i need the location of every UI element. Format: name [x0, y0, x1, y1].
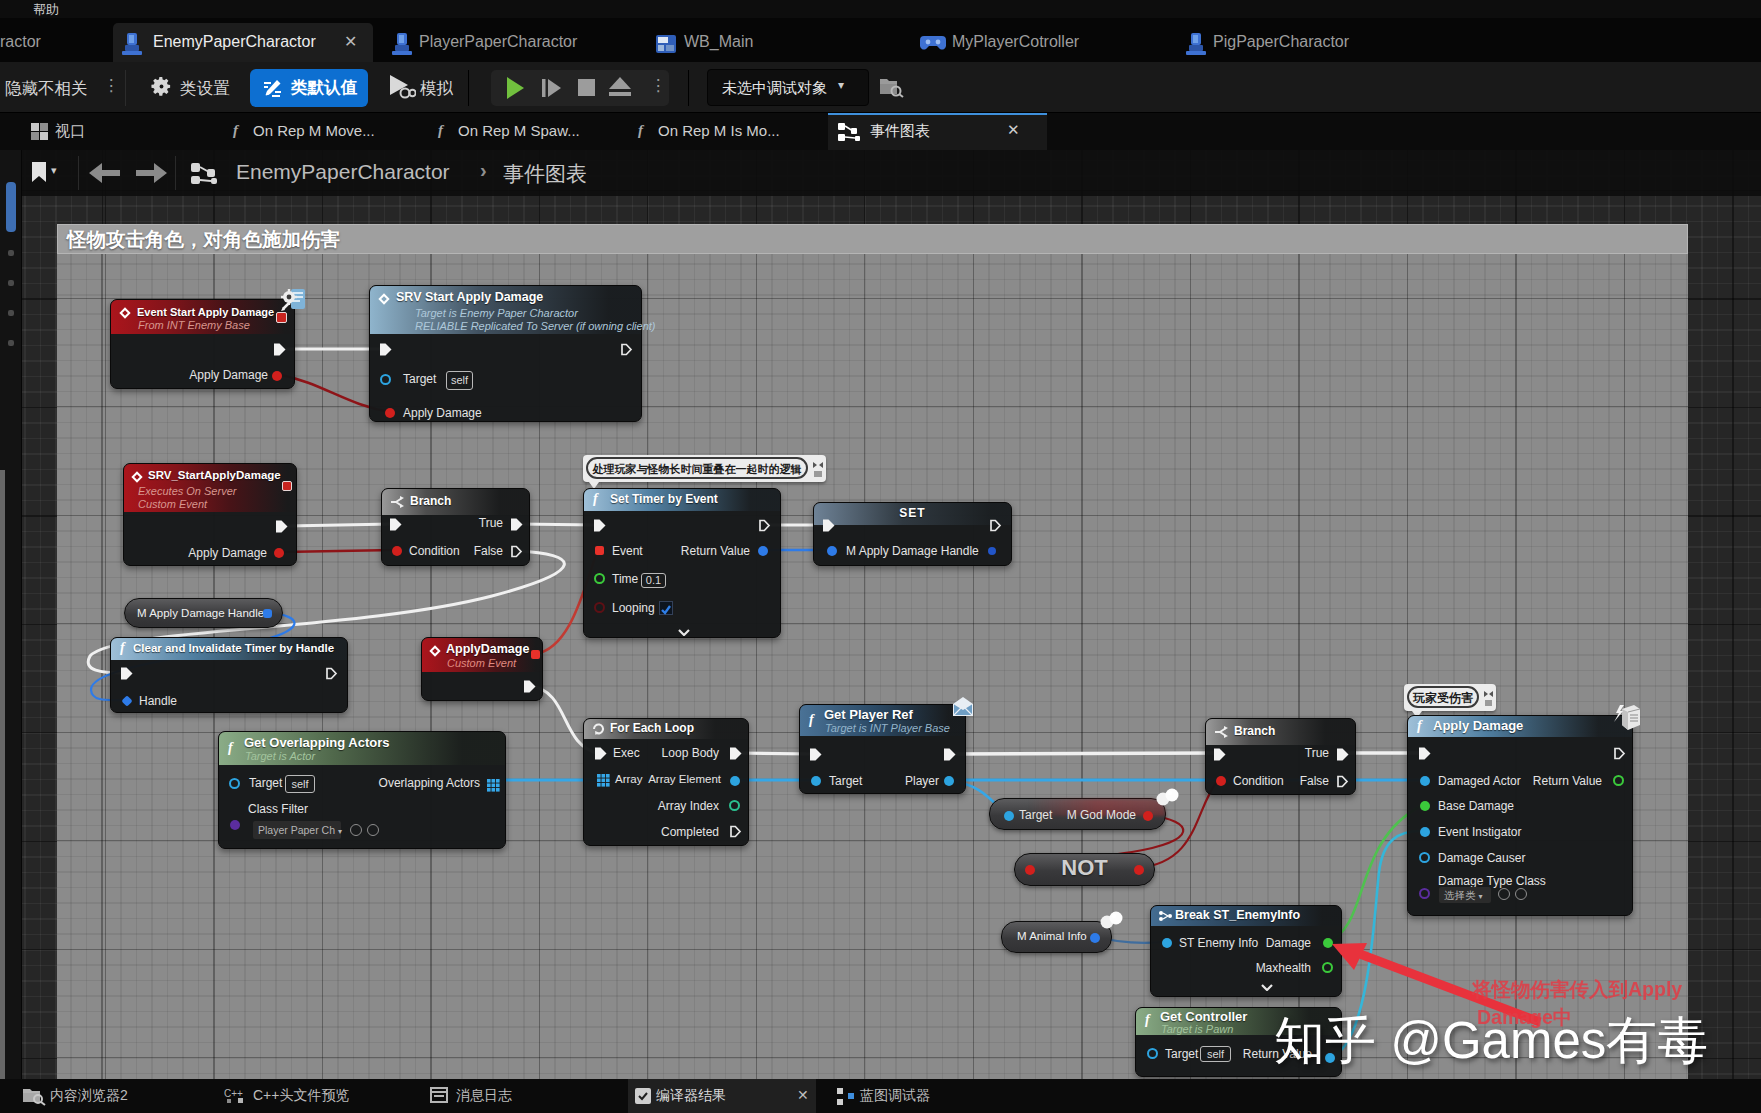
svg-text:C++: C++	[224, 1088, 243, 1099]
